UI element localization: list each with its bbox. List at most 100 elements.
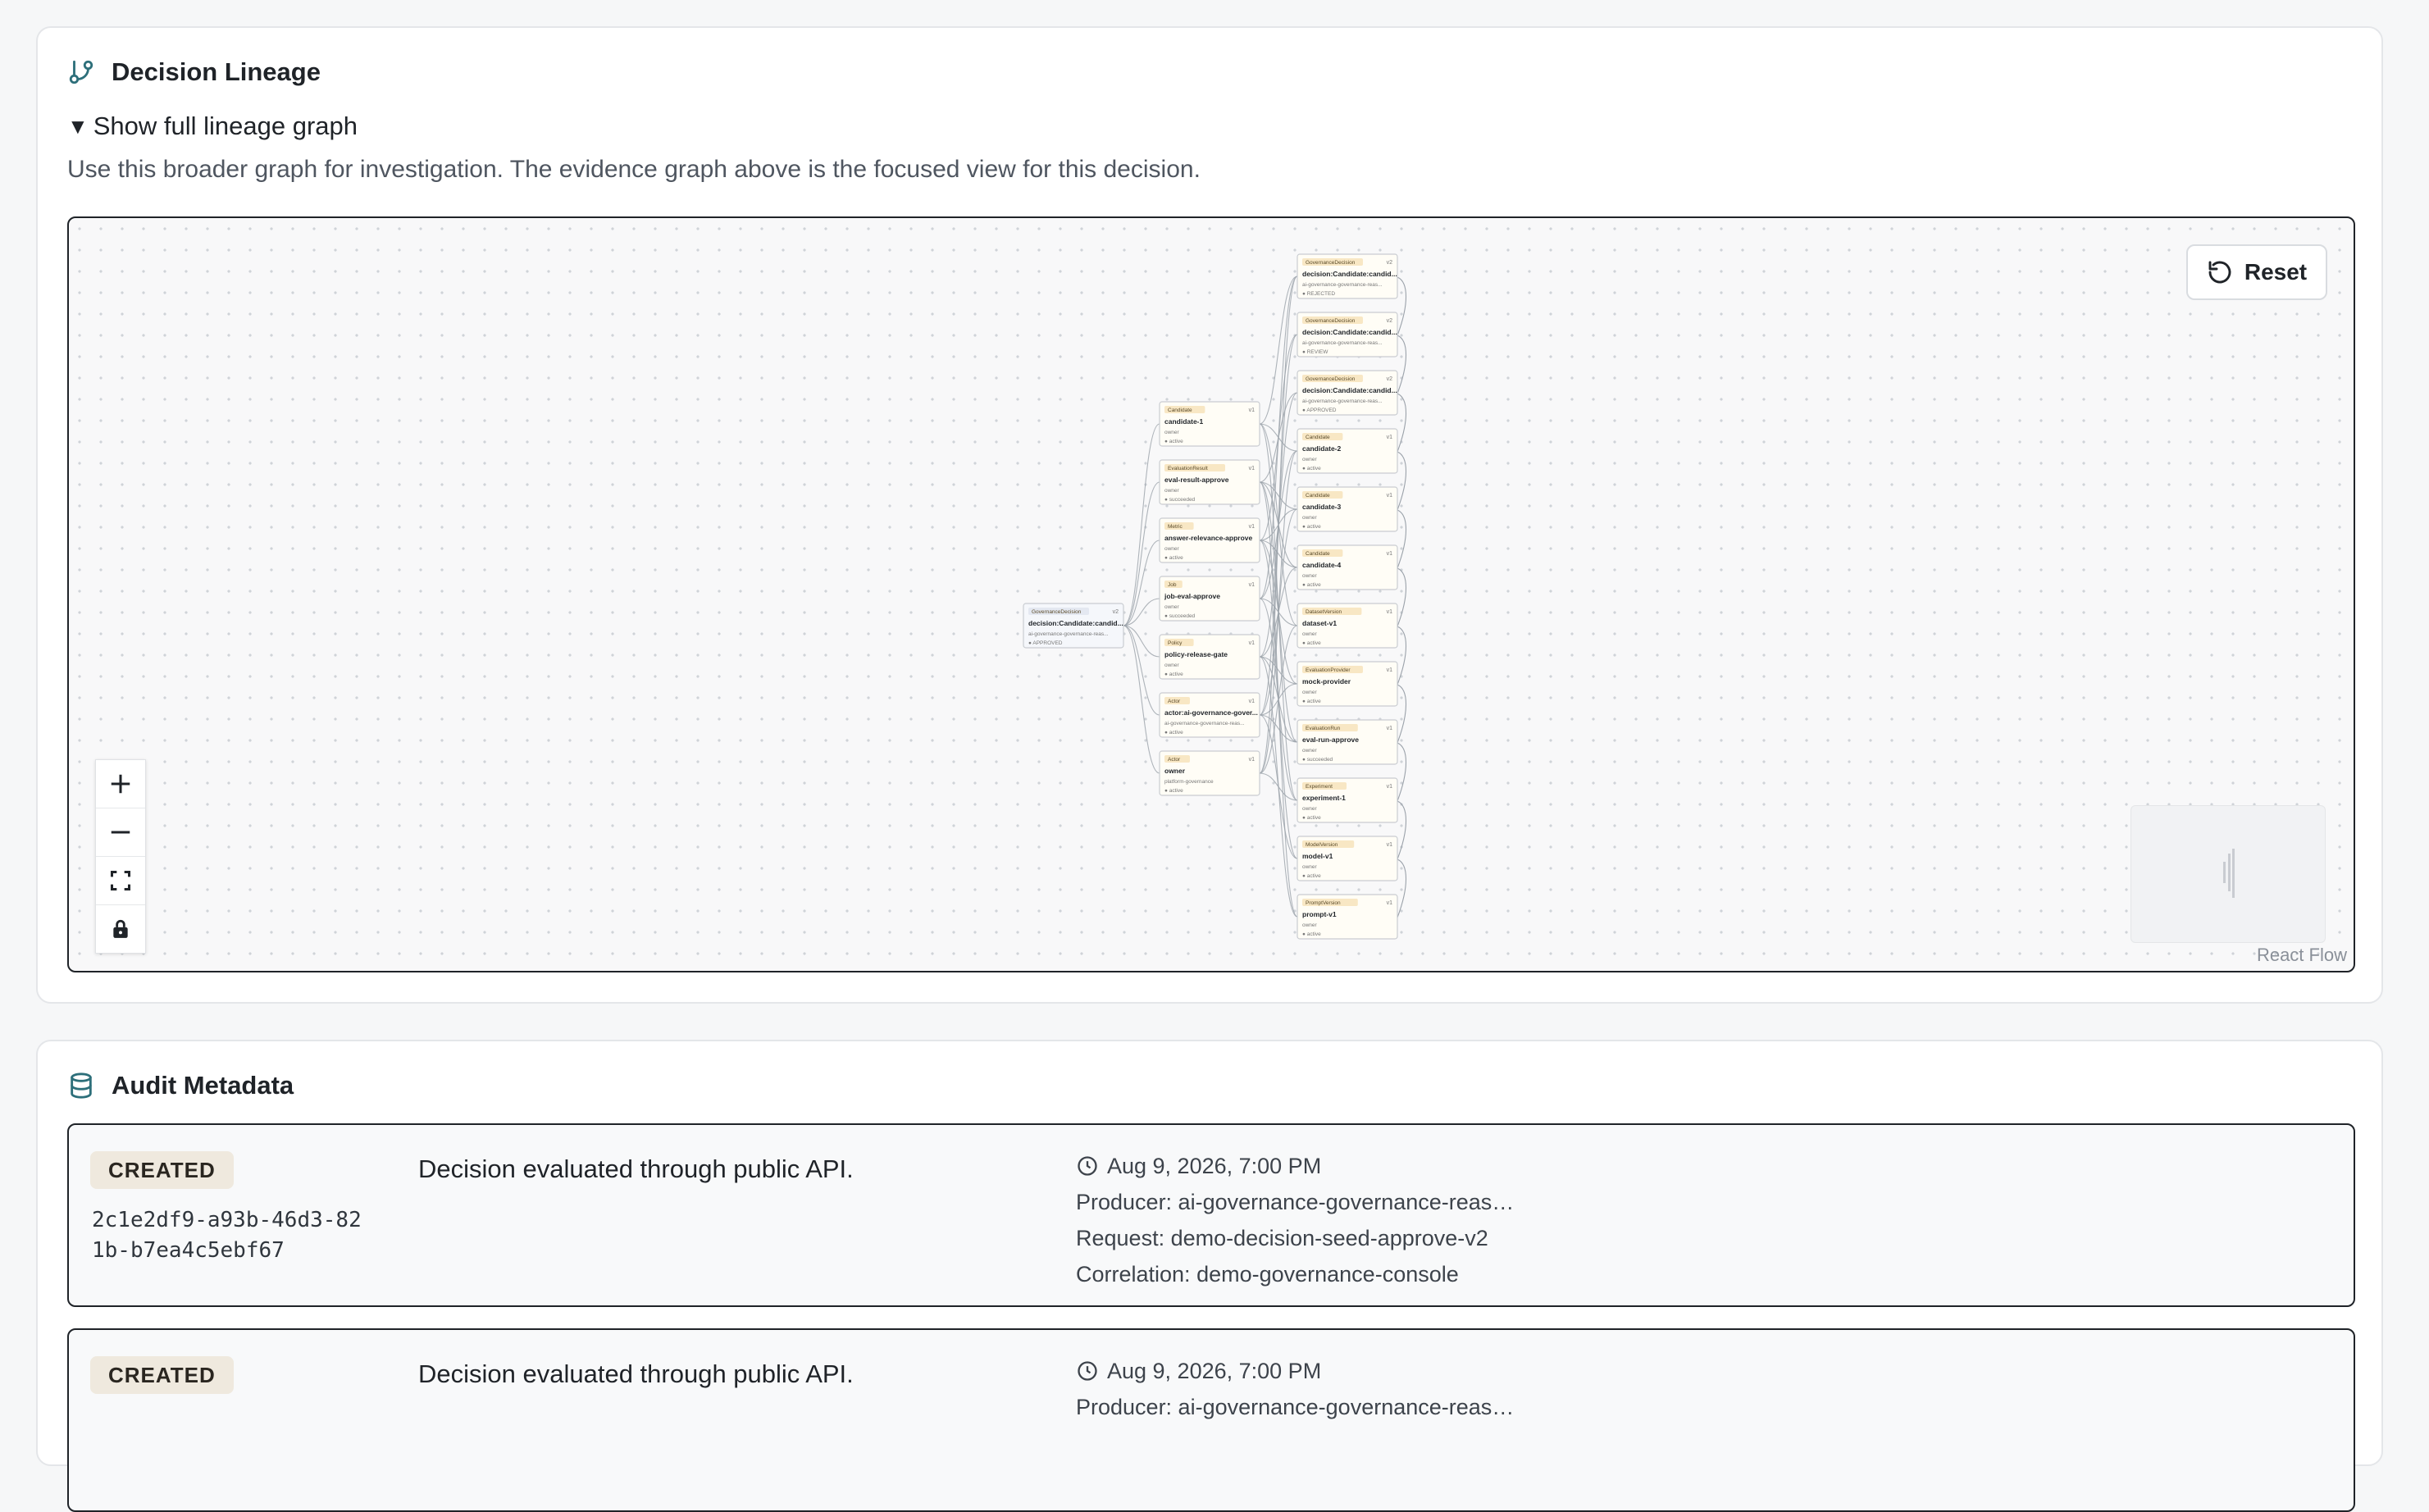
lineage-node[interactable]: Experiment v1 experiment-1 owner ● active <box>1297 777 1398 823</box>
lineage-node[interactable]: Job v1 job-eval-approve owner ● succeeded <box>1159 576 1260 622</box>
lineage-node[interactable]: Metric v1 answer-relevance-approve owner ● a… <box>1159 517 1260 563</box>
record-meta: Aug 9, 2026, 7:00 PM Producer: ai-govern… <box>1076 1353 1519 1425</box>
node-type-label: Candidate <box>1306 435 1330 440</box>
record-message: Decision evaluated through public API. <box>418 1359 854 1388</box>
node-type-label: GovernanceDecision <box>1306 318 1356 324</box>
rotate-ccw-icon <box>2208 261 2231 284</box>
node-subtitle: owner <box>1302 864 1318 870</box>
node-type-label: Actor <box>1168 757 1181 763</box>
lineage-edge <box>1397 626 1407 685</box>
lineage-node[interactable]: Actor v1 owner platform-governance ● active <box>1159 750 1260 796</box>
lineage-node[interactable]: GovernanceDecision v2 decision:Candidate:c… <box>1297 312 1398 358</box>
lineage-node[interactable]: PromptVersion v1 prompt-v1 owner ● active <box>1297 894 1398 940</box>
node-type-label: EvaluationResult <box>1168 466 1208 471</box>
lineage-node[interactable]: GovernanceDecision v2 decision:Candidate:c… <box>1297 253 1398 299</box>
lock-icon <box>113 919 128 938</box>
lineage-edge <box>1397 451 1407 511</box>
record-time: Aug 9, 2026, 7:00 PM <box>1107 1359 1322 1383</box>
zoom-in-button[interactable] <box>96 760 145 808</box>
clock-icon <box>1078 1361 1097 1381</box>
node-version: v2 <box>1113 609 1119 615</box>
node-status: ● REJECTED <box>1302 291 1335 297</box>
lineage-node[interactable]: Candidate v1 candidate-3 owner ● active <box>1297 486 1398 532</box>
node-version: v1 <box>1249 582 1256 588</box>
node-name: owner <box>1164 767 1186 775</box>
fit-view-button[interactable] <box>96 857 145 905</box>
lineage-node[interactable]: Actor v1 actor:ai-governance-gover... ai-go… <box>1159 692 1260 738</box>
node-subtitle: ai-governance-governance-reas... <box>1164 721 1245 726</box>
node-type-label: Candidate <box>1306 493 1330 499</box>
fit-view-icon <box>110 870 131 891</box>
node-subtitle: owner <box>1164 546 1180 552</box>
lineage-hint-text: Use this broader graph for investigation… <box>67 156 1201 183</box>
record-message: Decision evaluated through public API. <box>418 1154 854 1183</box>
lineage-edge <box>1397 509 1407 569</box>
lineage-edge <box>1259 540 1298 568</box>
node-subtitle: ai-governance-governance-reas... <box>1302 282 1383 288</box>
show-full-lineage-toggle[interactable]: ▼ Show full lineage graph <box>67 112 358 141</box>
audit-metadata-card: Audit Metadata CREATED 2c1e2df9-a93b-46d… <box>36 1040 2383 1512</box>
node-name: decision:Candidate:candid... <box>1302 328 1397 336</box>
lineage-node[interactable]: DatasetVersion v1 dataset-v1 owner ● active <box>1297 603 1398 649</box>
git-branch-icon <box>69 60 93 84</box>
lineage-flow-canvas[interactable]: GovernanceDecision v2 decision:Candidate:c… <box>67 216 2355 972</box>
node-type-label: DatasetVersion <box>1306 609 1342 615</box>
reset-button[interactable]: Reset <box>2186 244 2327 300</box>
node-name: decision:Candidate:candid... <box>1028 619 1123 627</box>
lineage-node[interactable]: Candidate v1 candidate-1 owner ● active <box>1159 401 1260 447</box>
react-flow-attribution[interactable]: React Flow <box>2257 945 2347 966</box>
node-subtitle: owner <box>1302 515 1318 521</box>
plus-icon <box>111 774 130 794</box>
lineage-node[interactable]: EvaluationProvider v1 mock-provider owner ● … <box>1297 661 1398 707</box>
node-name: prompt-v1 <box>1302 910 1337 918</box>
node-name: policy-release-gate <box>1164 650 1228 658</box>
node-status: ● APPROVED <box>1028 640 1063 646</box>
lineage-node[interactable]: Policy v1 policy-release-gate owner ● active <box>1159 634 1260 680</box>
lock-button[interactable] <box>96 905 145 953</box>
node-subtitle: owner <box>1302 573 1318 579</box>
record-id: 2c1e2df9-a93b-46d3-821b-b7ea4c5ebf67 <box>92 1208 362 1263</box>
event-badge: CREATED <box>90 1356 234 1394</box>
lineage-node[interactable]: Candidate v1 candidate-2 owner ● active <box>1297 428 1398 474</box>
lineage-node[interactable]: EvaluationRun v1 eval-run-approve owner ● su… <box>1297 719 1398 765</box>
lineage-node[interactable]: ModelVersion v1 model-v1 owner ● active <box>1297 836 1398 881</box>
node-name: candidate-4 <box>1302 561 1342 569</box>
node-version: v1 <box>1387 726 1393 731</box>
node-name: candidate-3 <box>1302 503 1342 511</box>
lineage-edge <box>1123 625 1160 774</box>
flow-minimap[interactable] <box>2131 805 2326 943</box>
lineage-edge <box>1123 598 1160 626</box>
node-version: v1 <box>1387 667 1393 673</box>
node-status: ● active <box>1302 466 1321 471</box>
node-name: eval-result-approve <box>1164 476 1229 484</box>
lineage-node[interactable]: EvaluationResult v1 eval-result-approve own… <box>1159 459 1260 505</box>
node-subtitle: owner <box>1302 806 1318 812</box>
lineage-edge <box>1123 481 1160 626</box>
node-type-label: PromptVersion <box>1306 900 1341 906</box>
lineage-edge <box>1397 800 1407 860</box>
minus-icon <box>111 831 130 834</box>
node-type-label: EvaluationProvider <box>1306 667 1351 673</box>
node-status: ● REVIEW <box>1302 349 1328 355</box>
decision-lineage-header: Decision Lineage <box>67 57 321 87</box>
lineage-graph[interactable]: GovernanceDecision v2 decision:Candidate:c… <box>69 218 2354 971</box>
node-name: mock-provider <box>1302 677 1351 685</box>
record-meta: Aug 9, 2026, 7:00 PM Producer: ai-govern… <box>1076 1148 1519 1292</box>
node-subtitle: owner <box>1164 663 1180 668</box>
lineage-edge <box>1397 684 1407 744</box>
lineage-node[interactable]: GovernanceDecision v2 decision:Candidate:c… <box>1297 370 1398 416</box>
node-status: ● succeeded <box>1164 497 1196 503</box>
node-name: job-eval-approve <box>1164 592 1220 600</box>
event-badge: CREATED <box>90 1151 234 1189</box>
node-status: ● active <box>1164 555 1183 561</box>
node-status: ● active <box>1164 730 1183 736</box>
lineage-node[interactable]: GovernanceDecision v2 decision:Candidate:c… <box>1023 603 1124 649</box>
node-version: v1 <box>1249 699 1256 704</box>
reset-label: Reset <box>2244 259 2308 285</box>
node-subtitle: ai-governance-governance-reas... <box>1302 398 1383 404</box>
node-subtitle: owner <box>1302 922 1318 928</box>
lineage-node[interactable]: Candidate v1 candidate-4 owner ● active <box>1297 544 1398 590</box>
zoom-out-button[interactable] <box>96 808 145 857</box>
node-version: v1 <box>1249 524 1256 530</box>
decision-lineage-title: Decision Lineage <box>112 57 321 86</box>
